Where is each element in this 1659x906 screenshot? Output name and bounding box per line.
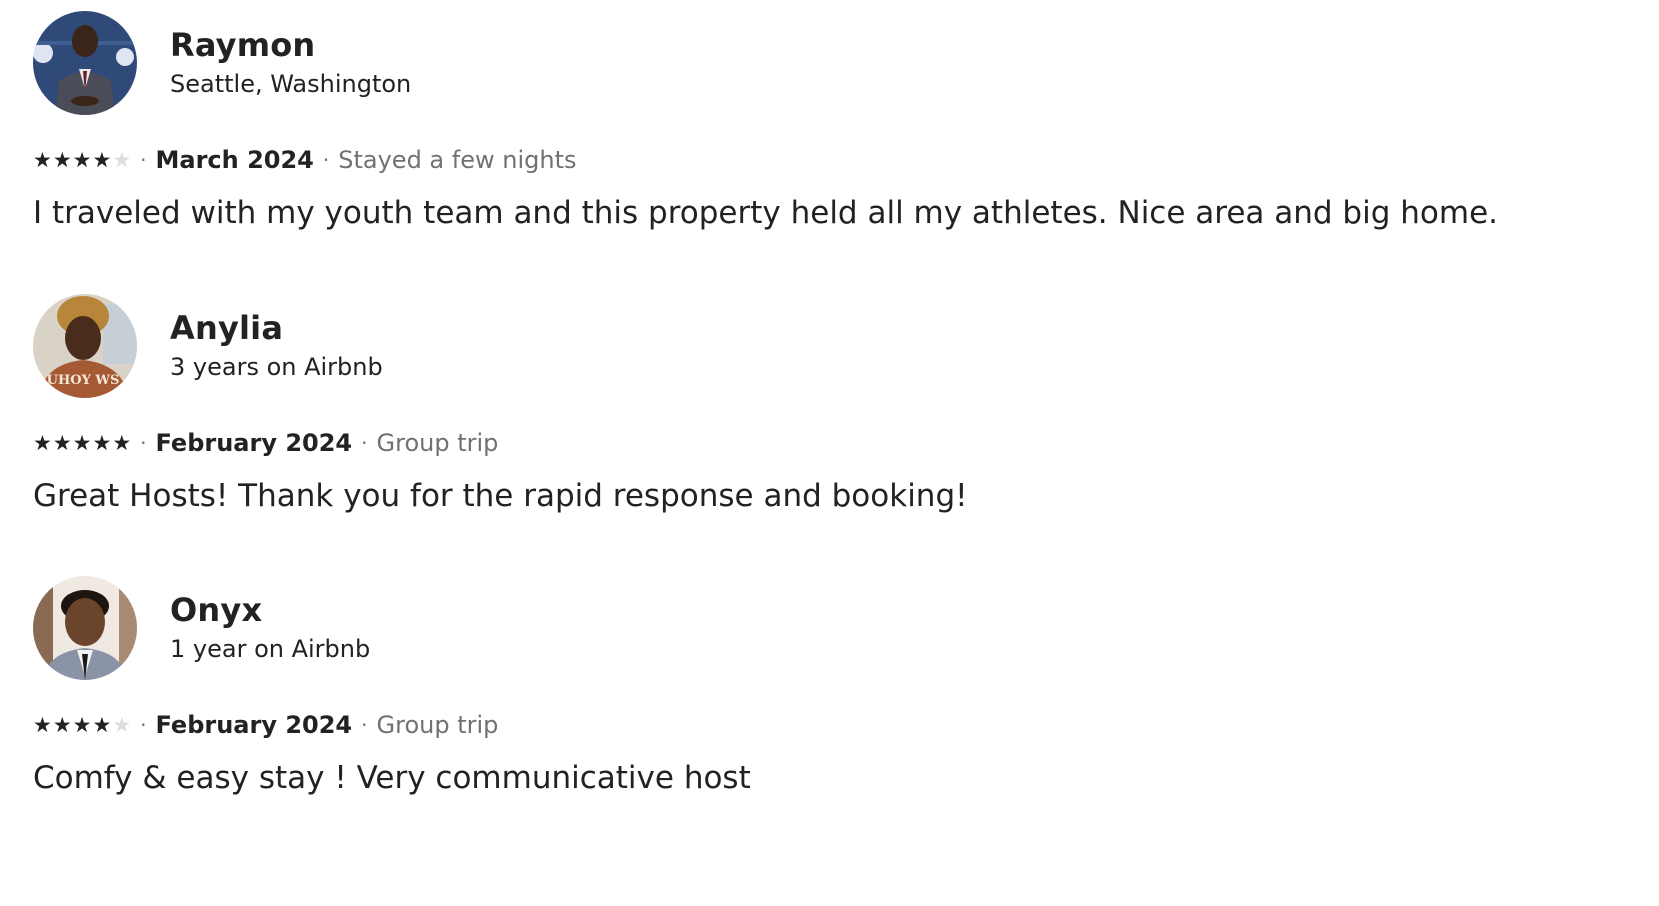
reviewer-name[interactable]: Anylia [170,308,383,348]
review-header: UHOY WS Anylia 3 years on Airbnb [33,294,1623,398]
rating-row: ★ ★ ★ ★ ★ · February 2024 · Group trip [33,708,1623,742]
review-item: Onyx 1 year on Airbnb ★ ★ ★ ★ ★ · February 2… [33,576,1623,798]
separator-dot: · [361,431,368,455]
rating-row: ★ ★ ★ ★ ★ · March 2024 · Stayed a few nights [33,143,1623,177]
separator-dot: · [140,713,147,737]
separator-dot: · [140,431,147,455]
review-header: Onyx 1 year on Airbnb [33,576,1623,680]
avatar[interactable] [33,576,137,680]
star-filled-icon: ★ [33,712,52,737]
reviewer-name[interactable]: Raymon [170,25,411,65]
separator-dot: · [361,713,368,737]
star-rating: ★ ★ ★ ★ ★ [33,147,132,172]
star-empty-icon: ★ [112,147,132,172]
star-filled-icon: ★ [33,430,52,455]
reviewer-name[interactable]: Onyx [170,590,370,630]
trip-type: Stayed a few nights [338,146,577,174]
review-text: Great Hosts! Thank you for the rapid res… [33,478,968,514]
star-filled-icon: ★ [52,430,72,455]
reviewer-info: Anylia 3 years on Airbnb [170,308,383,384]
star-filled-icon: ★ [72,147,92,172]
review-header: Raymon Seattle, Washington [33,11,1623,115]
star-filled-icon: ★ [72,430,92,455]
star-filled-icon: ★ [52,712,72,737]
review-date: February 2024 [155,429,353,457]
review-date: February 2024 [155,711,353,739]
star-rating: ★ ★ ★ ★ ★ [33,712,132,737]
star-filled-icon: ★ [72,712,92,737]
star-filled-icon: ★ [92,430,112,455]
star-filled-icon: ★ [92,147,112,172]
review-item: Raymon Seattle, Washington ★ ★ ★ ★ ★ · March… [33,11,1623,233]
reviews-list: Raymon Seattle, Washington ★ ★ ★ ★ ★ · March… [0,0,1659,906]
avatar[interactable] [33,11,137,115]
reviewer-tenure: 1 year on Airbnb [170,635,371,663]
reviewer-tenure: 3 years on Airbnb [170,353,383,381]
reviewer-info: Onyx 1 year on Airbnb [170,590,370,666]
star-filled-icon: ★ [92,712,112,737]
review-text: Comfy & easy stay ! Very communicative h… [33,760,751,796]
avatar-photo-icon: UHOY WS [33,294,137,398]
separator-dot: · [322,148,330,172]
avatar-photo-icon [33,576,137,680]
review-item: UHOY WS Anylia 3 years on Airbnb ★ ★ ★ ★ ★ ·… [33,294,1623,516]
avatar[interactable]: UHOY WS [33,294,137,398]
star-rating: ★ ★ ★ ★ ★ [33,430,132,455]
avatar-photo-icon [33,11,137,115]
trip-type: Group trip [376,429,499,457]
review-text: I traveled with my youth team and this p… [33,195,1498,231]
review-date: March 2024 [155,146,314,174]
reviewer-location: Seattle, Washington [170,70,412,98]
trip-type: Group trip [376,711,499,739]
separator-dot: · [140,148,147,172]
shirt-lettering: UHOY WS [47,373,120,388]
star-empty-icon: ★ [112,712,132,737]
rating-row: ★ ★ ★ ★ ★ · February 2024 · Group trip [33,426,1623,460]
star-filled-icon: ★ [112,430,132,455]
reviewer-info: Raymon Seattle, Washington [170,25,411,101]
star-filled-icon: ★ [52,147,72,172]
star-filled-icon: ★ [33,147,52,172]
